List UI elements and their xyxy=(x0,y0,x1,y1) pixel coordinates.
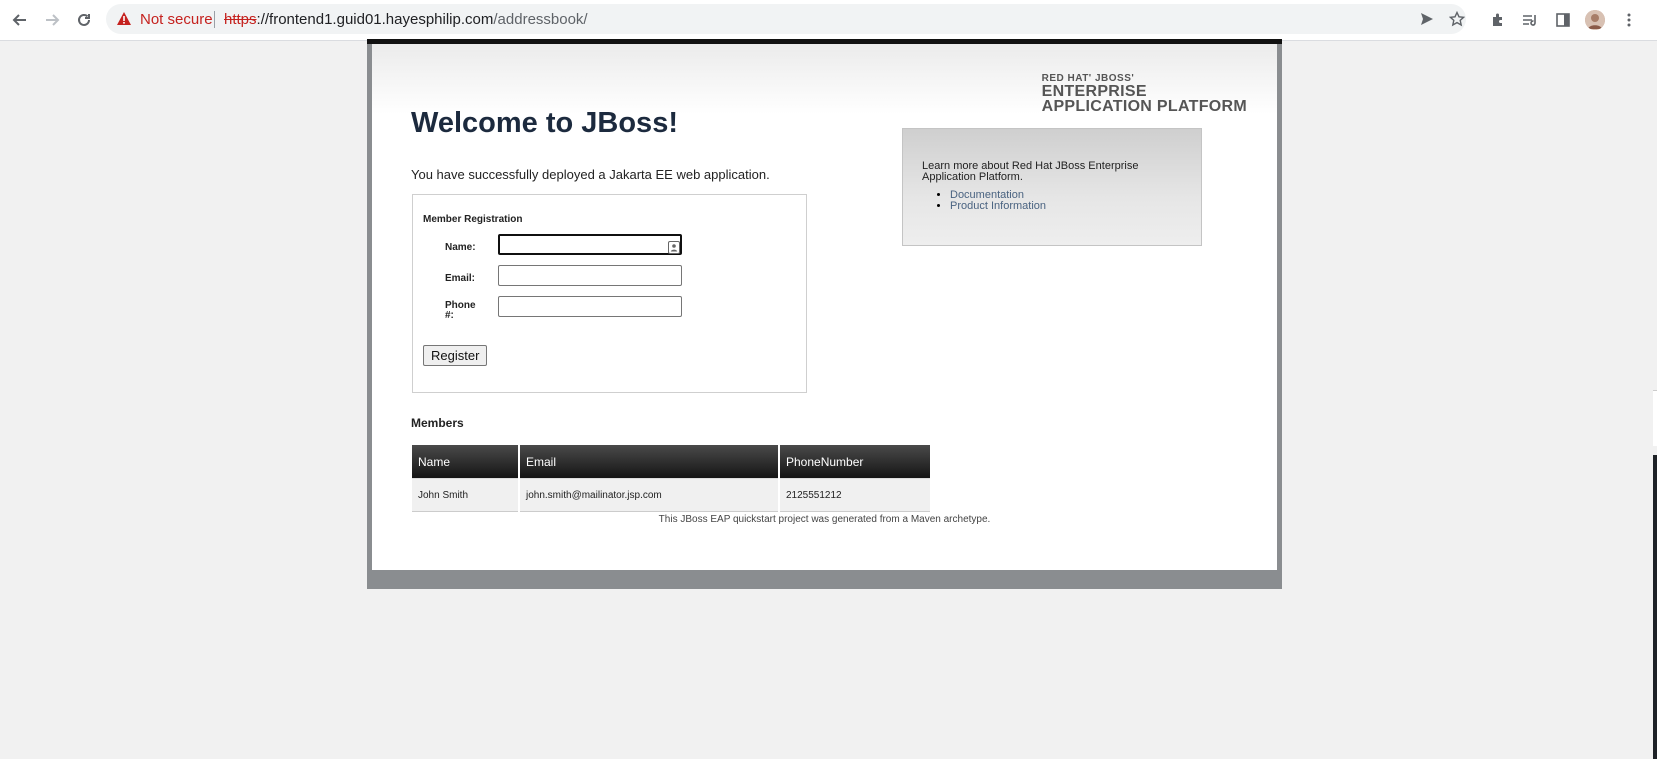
name-label: Name: xyxy=(445,242,476,253)
footer-note: This JBoss EAP quickstart project was ge… xyxy=(658,514,991,525)
page-wrapper: RED HAT' JBOSS' ENTERPRISE APPLICATION P… xyxy=(367,39,1282,589)
member-name-cell: John Smith xyxy=(412,478,518,512)
autofill-contact-icon[interactable] xyxy=(668,241,680,259)
member-registration-form: Member Registration Name: Email: Phone #… xyxy=(412,194,807,393)
url-path: /addressbook/ xyxy=(493,11,588,28)
extensions-icon[interactable] xyxy=(1486,8,1510,32)
url-separator: :// xyxy=(256,11,270,28)
member-phone-cell: 2125551212 xyxy=(780,478,930,512)
browser-toolbar: Not secure https://frontend1.guid01.haye… xyxy=(0,0,1657,41)
learn-more-panel: Learn more about Red Hat JBoss Enterpris… xyxy=(902,128,1202,246)
table-header-row: Name Email PhoneNumber xyxy=(412,445,930,478)
url-text[interactable]: https://frontend1.guid01.hayesphilip.com… xyxy=(224,11,588,28)
jboss-eap-logo: RED HAT' JBOSS' ENTERPRISE APPLICATION P… xyxy=(1041,74,1247,115)
email-label: Email: xyxy=(445,273,476,284)
column-header-name: Name xyxy=(412,445,518,478)
side-panel-icon[interactable] xyxy=(1551,8,1575,32)
page-title: Welcome to JBoss! xyxy=(411,107,678,139)
send-icon[interactable] xyxy=(1417,9,1437,29)
reading-list-icon[interactable] xyxy=(1518,8,1542,32)
url-scheme: https xyxy=(224,11,257,28)
column-header-phone: PhoneNumber xyxy=(780,445,930,478)
members-title: Members xyxy=(411,416,464,430)
forward-icon[interactable] xyxy=(40,8,64,32)
product-information-link[interactable]: Product Information xyxy=(950,200,1046,212)
omnibox-divider xyxy=(214,11,215,28)
list-item: Product Information xyxy=(950,201,1046,212)
email-input[interactable] xyxy=(498,265,682,286)
learn-more-links: Documentation Product Information xyxy=(931,190,1046,212)
phone-input[interactable] xyxy=(498,296,682,317)
url-host: frontend1.guid01.hayesphilip.com xyxy=(269,11,494,28)
logo-line-3: APPLICATION PLATFORM xyxy=(1041,97,1247,115)
window-edge-dark xyxy=(1653,455,1657,759)
phone-label: Phone #: xyxy=(445,300,476,321)
name-input[interactable] xyxy=(498,234,682,255)
warning-icon[interactable] xyxy=(116,11,132,31)
window-edge xyxy=(1653,390,1657,446)
page-content: RED HAT' JBOSS' ENTERPRISE APPLICATION P… xyxy=(372,44,1277,570)
logo-line-2: ENTERPRISE xyxy=(1041,82,1147,100)
reload-icon[interactable] xyxy=(72,8,96,32)
column-header-email: Email xyxy=(520,445,778,478)
registration-title: Member Registration xyxy=(423,214,523,225)
learn-more-text: Learn more about Red Hat JBoss Enterpris… xyxy=(922,160,1139,183)
table-row: John Smith john.smith@mailinator.jsp.com… xyxy=(412,478,930,512)
deployed-message: You have successfully deployed a Jakarta… xyxy=(411,167,770,182)
register-button[interactable]: Register xyxy=(423,345,488,366)
star-icon[interactable] xyxy=(1447,9,1467,29)
security-status[interactable]: Not secure xyxy=(140,11,213,28)
members-table: Name Email PhoneNumber John Smith john.s… xyxy=(410,445,932,512)
address-bar[interactable]: Not secure https://frontend1.guid01.haye… xyxy=(106,4,1466,34)
member-email-cell: john.smith@mailinator.jsp.com xyxy=(520,478,778,512)
menu-icon[interactable] xyxy=(1617,8,1641,32)
back-icon[interactable] xyxy=(8,8,32,32)
avatar[interactable] xyxy=(1585,10,1605,30)
